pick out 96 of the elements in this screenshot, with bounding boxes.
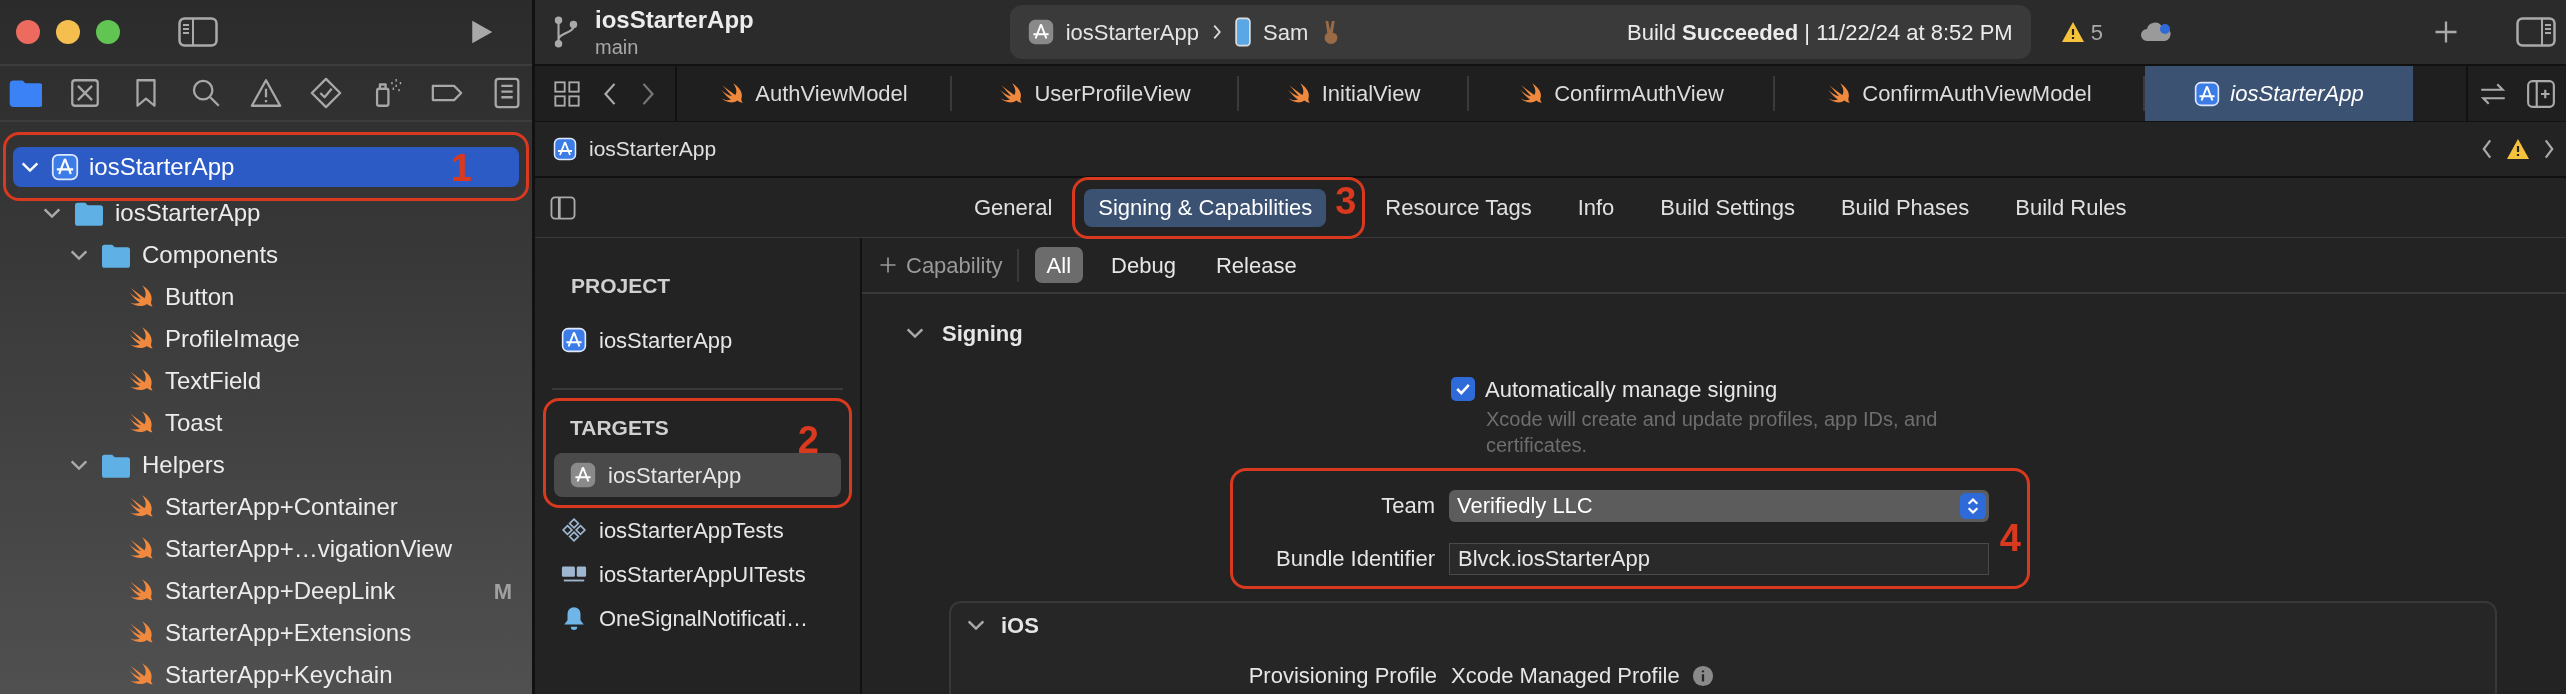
target-item[interactable]: OneSignalNotificati… [545,596,850,640]
hint-text: Xcode will create and update profiles, app IDs, and certificates. [1486,407,1939,458]
warning-icon [2060,21,2085,43]
filter-tab[interactable]: Release [1203,247,1309,283]
breadcrumb-item[interactable]: iosStarterApp [589,133,717,165]
editor-tab[interactable]: iosStarterApp [2145,66,2413,121]
tree-row[interactable]: Helpers [0,444,532,486]
build-status: Build Succeeded | 11/22/24 at 8:52 PM [1627,18,2013,47]
tree-row[interactable]: StarterApp+…vigationView [0,528,532,570]
add-icon [878,255,898,275]
settings-tab[interactable]: Info [1563,188,1629,227]
checkbox[interactable] [1451,377,1475,401]
diamond-icon [561,517,587,543]
file-name: Button [165,282,235,312]
phone-icon [1235,17,1251,47]
tree-row[interactable]: StarterApp+Keychain [0,654,532,694]
checkbox-label: Automatically manage signing [1485,375,1778,404]
annotation-number: 1 [450,149,472,187]
close-button[interactable] [16,20,40,44]
filter-tab[interactable]: Debug [1099,247,1188,283]
info-icon[interactable] [1691,664,1714,687]
project-icon [51,152,79,181]
grid-icon[interactable] [553,79,581,108]
branch-icon [553,16,579,48]
branch-name: main [595,34,640,60]
settings-tab[interactable]: Signing & Capabilities [1084,188,1327,227]
project-icon [553,137,577,161]
settings-tab[interactable]: Build Phases [1826,188,1984,227]
editor-tab[interactable]: ConfirmAuthView [1469,76,1775,111]
settings-tab[interactable]: Resource Tags [1371,188,1546,227]
split-editor-icon[interactable] [2526,78,2556,109]
tree-row[interactable]: ProfileImage [0,318,532,360]
file-name: Toast [165,408,223,438]
tree-row[interactable]: StarterApp+Container [0,486,532,528]
scheme-icon[interactable] [1027,19,1054,45]
annotation-number: 3 [1335,181,1357,220]
file-name: iosStarterApp [115,198,261,228]
warning-icon[interactable] [2506,138,2530,160]
sidebar-toggle-icon[interactable] [178,17,218,47]
warning-icon[interactable] [249,76,283,110]
file-name: StarterApp+Keychain [165,660,393,690]
tree-row[interactable]: Button [0,276,532,318]
minimize-button[interactable] [56,20,80,44]
field-value: Xcode Managed Profile [1451,662,1680,690]
device-name[interactable]: Sam [1263,15,1309,49]
section-title: iOS [1001,611,1039,640]
warning-count[interactable]: 5 [2060,15,2103,49]
project-title: iosStarterApp [595,4,754,35]
project-icon [2194,80,2221,107]
target-item[interactable]: iosStarterAppUITests [545,552,850,596]
add-capability-button[interactable]: Capability [878,248,1019,282]
field-label: Bundle Identifier [1275,545,1435,573]
file-name: ProfileImage [165,324,300,354]
bell-icon [561,605,587,631]
tree-row[interactable]: iosStarterApp [0,192,532,234]
file-name: Components [142,240,279,270]
settings-tab[interactable]: Build Rules [2001,188,2141,227]
editor-tab[interactable]: UserProfileView [952,76,1239,111]
file-name: StarterApp+Container [165,492,398,522]
editor-tab[interactable]: InitialView [1239,76,1469,111]
file-name: TextField [165,366,262,396]
file-name: iosStarterApp [89,151,235,182]
inspector-toggle-icon[interactable] [2516,17,2556,47]
file-name: StarterApp+…vigationView [165,534,453,564]
settings-tab[interactable]: General [960,188,1067,227]
section-heading: PROJECT [570,273,672,300]
status-label: M [493,577,512,606]
cloud-icon[interactable] [2138,21,2173,43]
field-label: Team [1380,492,1435,520]
target-item[interactable]: iosStarterApp [554,453,841,497]
settings-tab[interactable]: Build Settings [1646,188,1809,227]
target-item[interactable]: iosStarterApp [545,318,850,362]
diamond-check-icon[interactable] [309,76,344,110]
file-name: StarterApp+DeepLink [165,576,396,606]
section-heading: TARGETS [570,415,669,442]
tree-row[interactable]: StarterApp+DeepLink M [0,570,532,612]
tree-row[interactable]: StarterApp+Extensions [0,612,532,654]
filter-tab[interactable]: All [1034,247,1084,283]
scheme-name[interactable]: iosStarterApp [1065,15,1199,49]
zoom-button[interactable] [96,20,120,44]
annotation-number: 4 [1999,519,2021,557]
target-item[interactable]: iosStarterAppTests [545,508,850,552]
section-title: Signing [942,319,1023,348]
file-name: StarterApp+Extensions [165,618,412,648]
stepper-icon [1960,492,1986,519]
tree-row[interactable]: Toast [0,402,532,444]
project-icon [561,327,587,353]
app-target-icon [570,462,596,488]
bundle-identifier-field[interactable]: Blvck.iosStarterApp [1449,542,1989,575]
tree-row[interactable]: Components [0,234,532,276]
editor-tab[interactable]: AuthViewModel [677,76,952,111]
file-name: Helpers [142,450,225,480]
field-label: Provisioning Profile [1247,662,1437,690]
team-dropdown[interactable]: Verifiedly LLC [1449,489,1989,522]
tree-row[interactable]: TextField [0,360,532,402]
sidebar-toggle-icon[interactable] [550,195,576,220]
